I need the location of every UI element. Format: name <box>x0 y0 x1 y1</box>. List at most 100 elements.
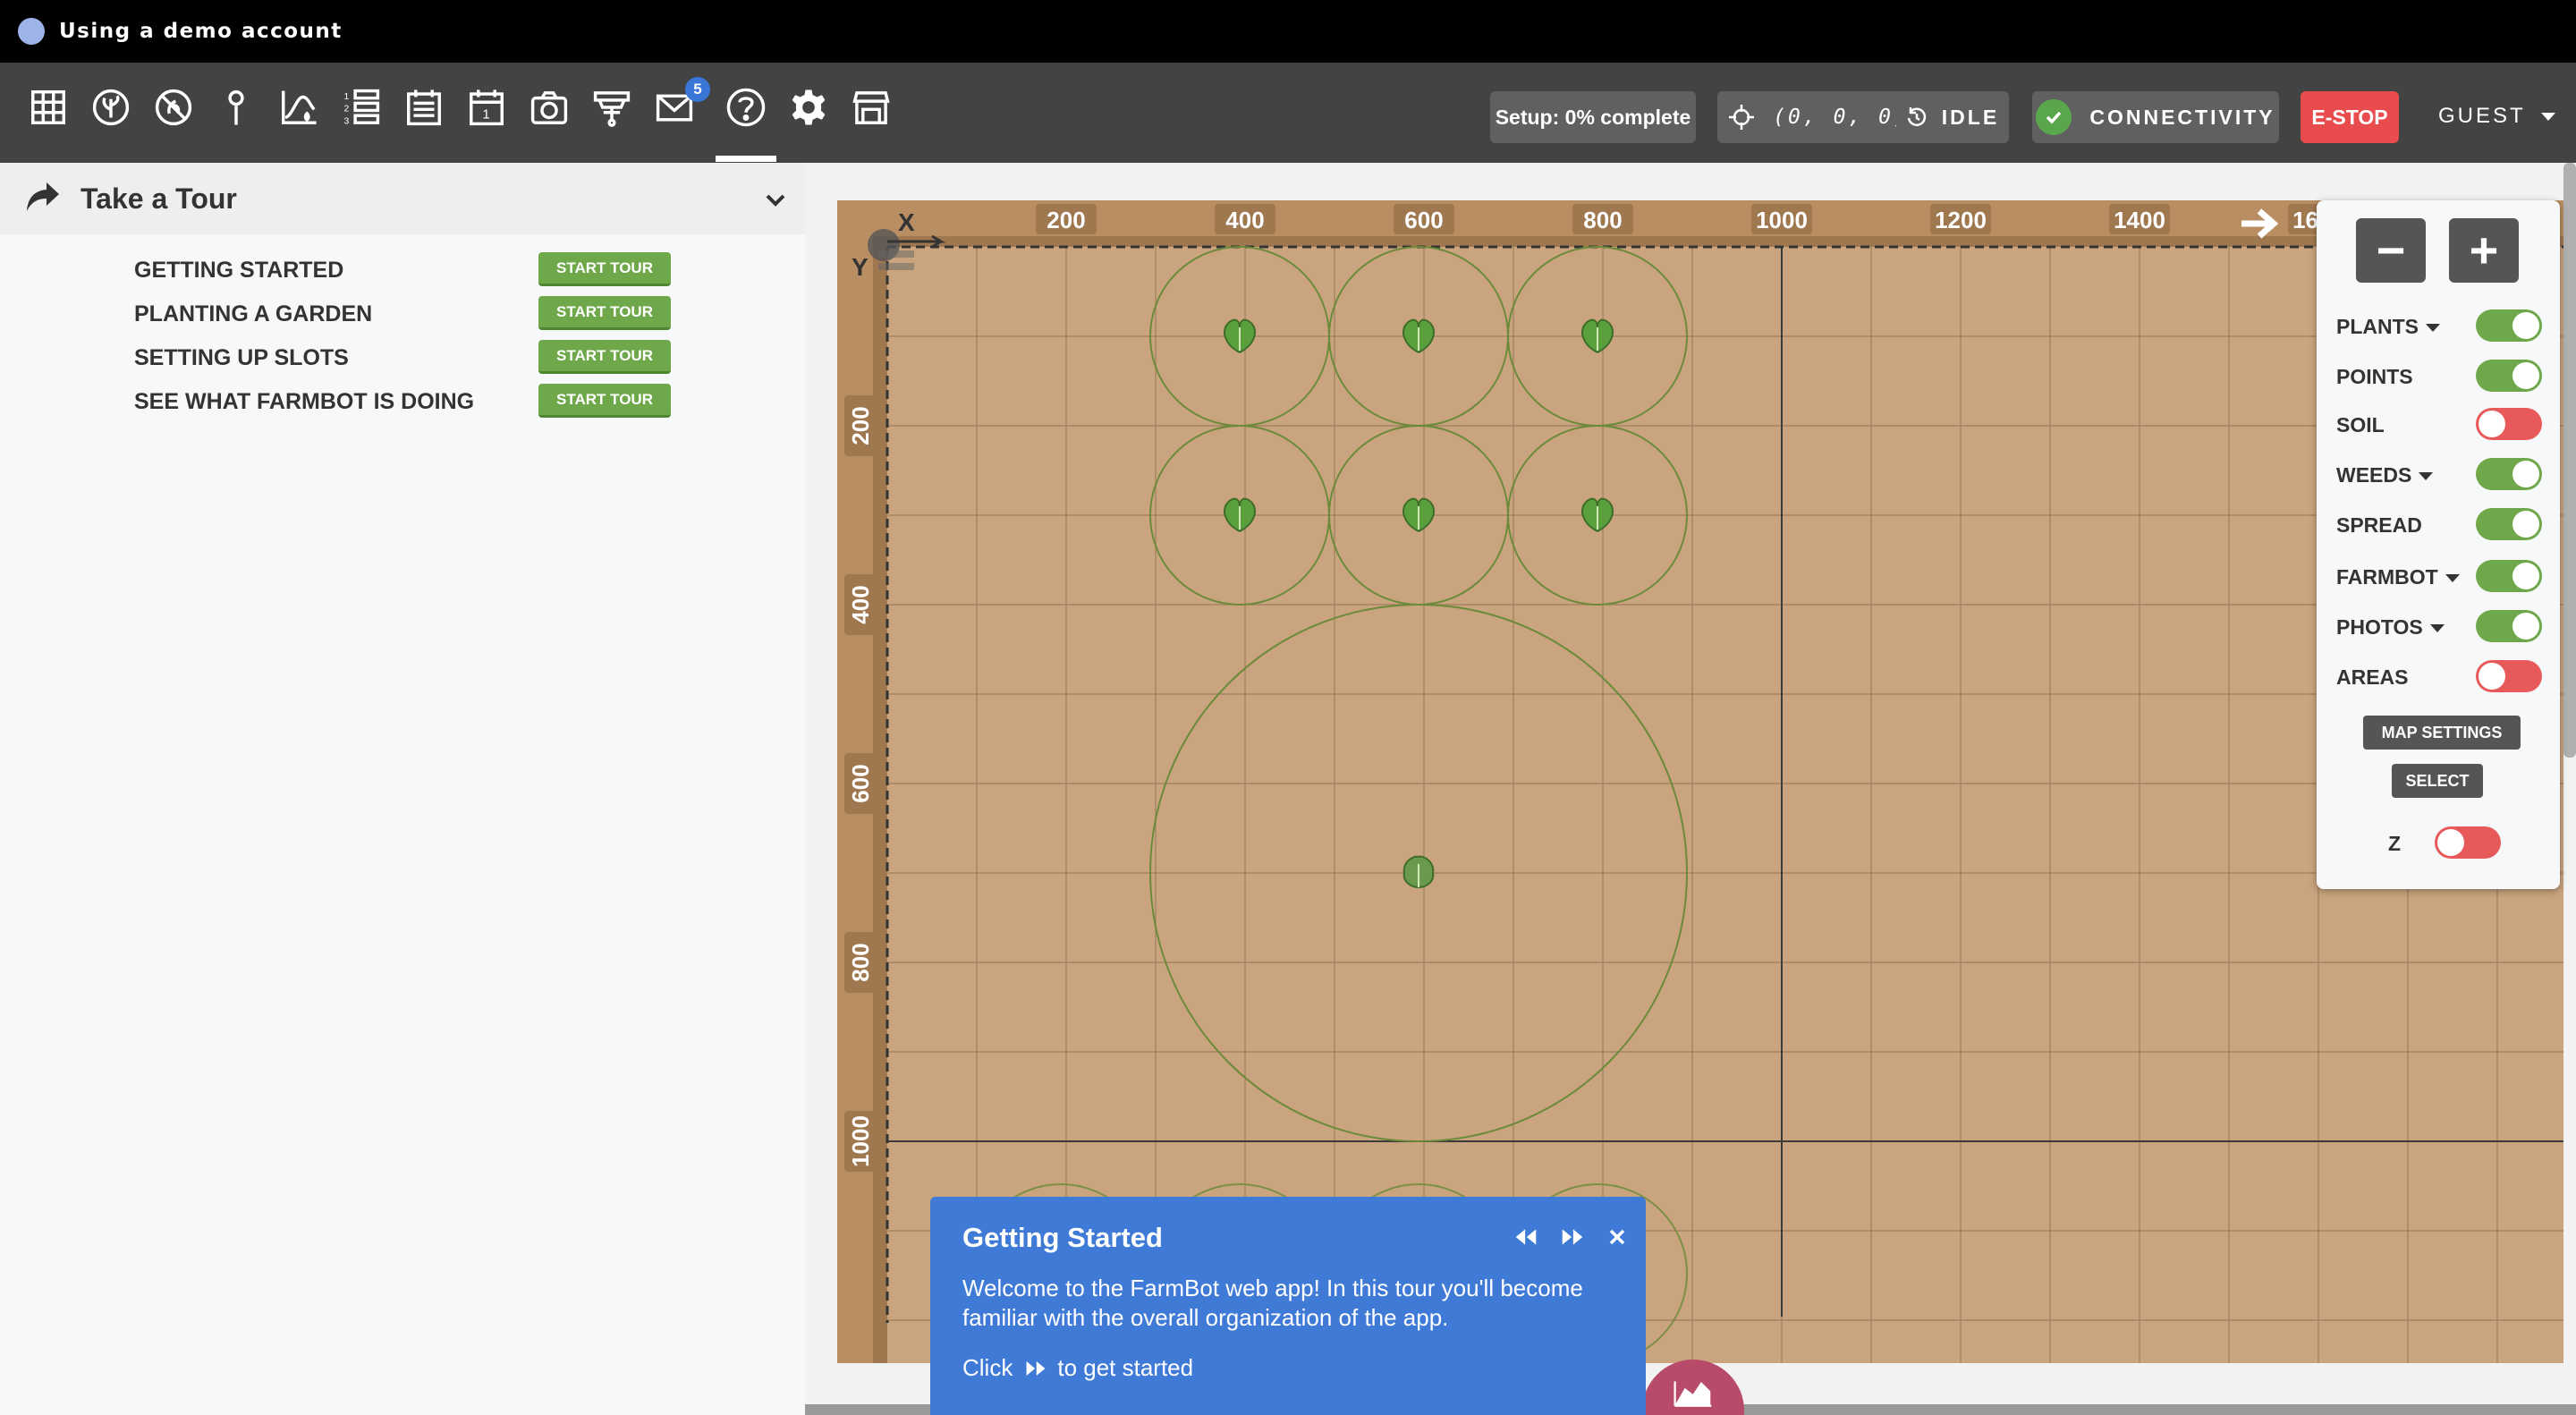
tour-label: GETTING STARTED <box>134 258 344 283</box>
x-tick-label: 800 <box>1572 204 1633 234</box>
estop-button[interactable]: E-STOP <box>2301 91 2399 143</box>
layer-row-areas: AREAS <box>2336 658 2542 694</box>
garden-bed[interactable] <box>887 247 2563 1363</box>
layer-row-points: POINTS <box>2336 358 2542 394</box>
shop-icon[interactable] <box>844 80 898 134</box>
layer-row-weeds: WEEDS <box>2336 456 2542 492</box>
layer-label[interactable]: FARMBOT <box>2336 565 2460 589</box>
svg-text:800: 800 <box>847 943 874 981</box>
tour-popup: Getting Started Welcome to the FarmBot w… <box>930 1197 1646 1415</box>
x-tick-label: 1200 <box>1930 204 1991 234</box>
layer-label[interactable]: PHOTOS <box>2336 615 2445 640</box>
tour-label: SEE WHAT FARMBOT IS DOING <box>134 389 475 414</box>
close-icon[interactable] <box>1601 1224 1633 1250</box>
svg-text:2: 2 <box>343 105 349 114</box>
share-arrow-icon <box>27 182 59 211</box>
layer-toggle-photos[interactable] <box>2476 610 2542 642</box>
setup-progress-button[interactable]: Setup: 0% complete <box>1490 91 1696 143</box>
user-menu[interactable]: GUEST <box>2438 104 2555 129</box>
fast-forward-icon <box>1026 1360 1046 1376</box>
select-button[interactable]: SELECT <box>2392 764 2483 798</box>
layer-toggle-plants[interactable] <box>2476 309 2542 342</box>
y-tick-label: 600 <box>844 753 875 814</box>
demo-banner: Using a demo account <box>0 0 2576 63</box>
layer-label: POINTS <box>2336 365 2413 388</box>
help-icon[interactable] <box>719 80 773 134</box>
svg-text:400: 400 <box>1225 207 1264 233</box>
caret-down-icon[interactable] <box>2426 324 2440 333</box>
layer-toggle-points[interactable] <box>2476 360 2542 392</box>
map-settings-button[interactable]: MAP SETTINGS <box>2363 716 2521 750</box>
x-tick-label: 200 <box>1036 204 1097 234</box>
map-scrollbar[interactable] <box>2563 163 2576 758</box>
tour-panel-header[interactable]: Take a Tour <box>0 163 805 234</box>
weed-icon[interactable] <box>147 80 200 134</box>
previous-step-icon[interactable] <box>1510 1224 1542 1250</box>
y-tick-label: 800 <box>844 932 875 993</box>
start-tour-button[interactable]: START TOUR <box>538 296 671 330</box>
z-toggle[interactable] <box>2435 826 2501 859</box>
curve-icon[interactable] <box>272 80 326 134</box>
tour-popup-body: Welcome to the FarmBot web app! In this … <box>962 1275 1583 1331</box>
svg-text:200: 200 <box>1046 207 1085 233</box>
garden-map[interactable]: 20040060080010001200140016001800 2004006… <box>837 200 2563 1363</box>
sequence-icon[interactable]: 1 2 3 <box>335 80 388 134</box>
bot-position-button[interactable]: (0, 0, 0) <box>1717 91 1919 143</box>
svg-text:200: 200 <box>847 406 874 445</box>
layer-toggle-farmbot[interactable] <box>2476 560 2542 592</box>
layer-toggle-spread[interactable] <box>2476 508 2542 540</box>
status-button[interactable]: IDLE <box>1896 91 2009 143</box>
tour-label: PLANTING A GARDEN <box>134 301 373 326</box>
photo-icon[interactable] <box>522 80 576 134</box>
z-label: Z <box>2388 832 2402 855</box>
svg-text:1: 1 <box>343 92 349 102</box>
layer-row-photos: PHOTOS <box>2336 608 2542 644</box>
grid-icon[interactable] <box>21 80 75 134</box>
settings-icon[interactable] <box>782 80 835 134</box>
tour-item: GETTING STARTED START TOUR <box>134 252 689 288</box>
plant-icon[interactable] <box>84 80 138 134</box>
x-tick-label: 400 <box>1215 204 1275 234</box>
layer-label[interactable]: WEEDS <box>2336 463 2434 487</box>
svg-text:400: 400 <box>847 585 874 623</box>
message-icon[interactable]: 5 <box>648 77 710 134</box>
y-axis-label: Y <box>852 253 869 281</box>
layer-row-spread: SPREAD <box>2336 506 2542 542</box>
chevron-down-icon[interactable] <box>762 186 789 213</box>
connectivity-button[interactable]: CONNECTIVITY <box>2032 91 2279 143</box>
x-axis-labels: 20040060080010001200140016001800 <box>1036 204 2528 234</box>
tour-popup-footer: Click to get started <box>962 1354 1193 1382</box>
calendar-icon[interactable]: 1 <box>460 80 513 134</box>
layer-toggle-soil[interactable] <box>2476 408 2542 440</box>
tool-icon[interactable] <box>585 80 639 134</box>
zoom-in-button[interactable]: + <box>2449 218 2519 283</box>
chevron-down-icon <box>2540 113 2555 122</box>
start-tour-button[interactable]: START TOUR <box>538 252 671 286</box>
footer-click-text: Click <box>962 1354 1013 1381</box>
svg-text:1000: 1000 <box>1756 207 1808 233</box>
layer-toggle-weeds[interactable] <box>2476 458 2542 490</box>
regimen-icon[interactable] <box>397 80 451 134</box>
svg-text:600: 600 <box>1404 207 1443 233</box>
svg-text:3: 3 <box>343 116 349 126</box>
next-step-icon[interactable] <box>1556 1224 1589 1250</box>
caret-down-icon[interactable] <box>2429 624 2445 633</box>
zoom-out-button[interactable]: − <box>2356 218 2426 283</box>
demo-banner-text: Using a demo account <box>59 20 343 43</box>
layer-label: SOIL <box>2336 413 2385 436</box>
caret-down-icon[interactable] <box>2445 574 2460 583</box>
layer-label[interactable]: PLANTS <box>2336 315 2440 339</box>
layer-label: SPREAD <box>2336 513 2422 537</box>
layer-toggle-areas[interactable] <box>2476 660 2542 692</box>
start-tour-button[interactable]: START TOUR <box>538 340 671 374</box>
start-tour-button[interactable]: START TOUR <box>538 384 671 418</box>
point-icon[interactable] <box>209 80 263 134</box>
footer-get-started-text: to get started <box>1057 1354 1194 1381</box>
y-tick-label: 200 <box>844 395 875 456</box>
caret-down-icon[interactable] <box>2419 472 2434 481</box>
tour-item: SEE WHAT FARMBOT IS DOING START TOUR <box>134 384 689 419</box>
y-axis-bar <box>873 236 887 1363</box>
broccoli-plant-icon[interactable] <box>1402 855 1435 889</box>
demo-dot-icon <box>18 18 45 45</box>
x-tick-label: 600 <box>1394 204 1454 234</box>
